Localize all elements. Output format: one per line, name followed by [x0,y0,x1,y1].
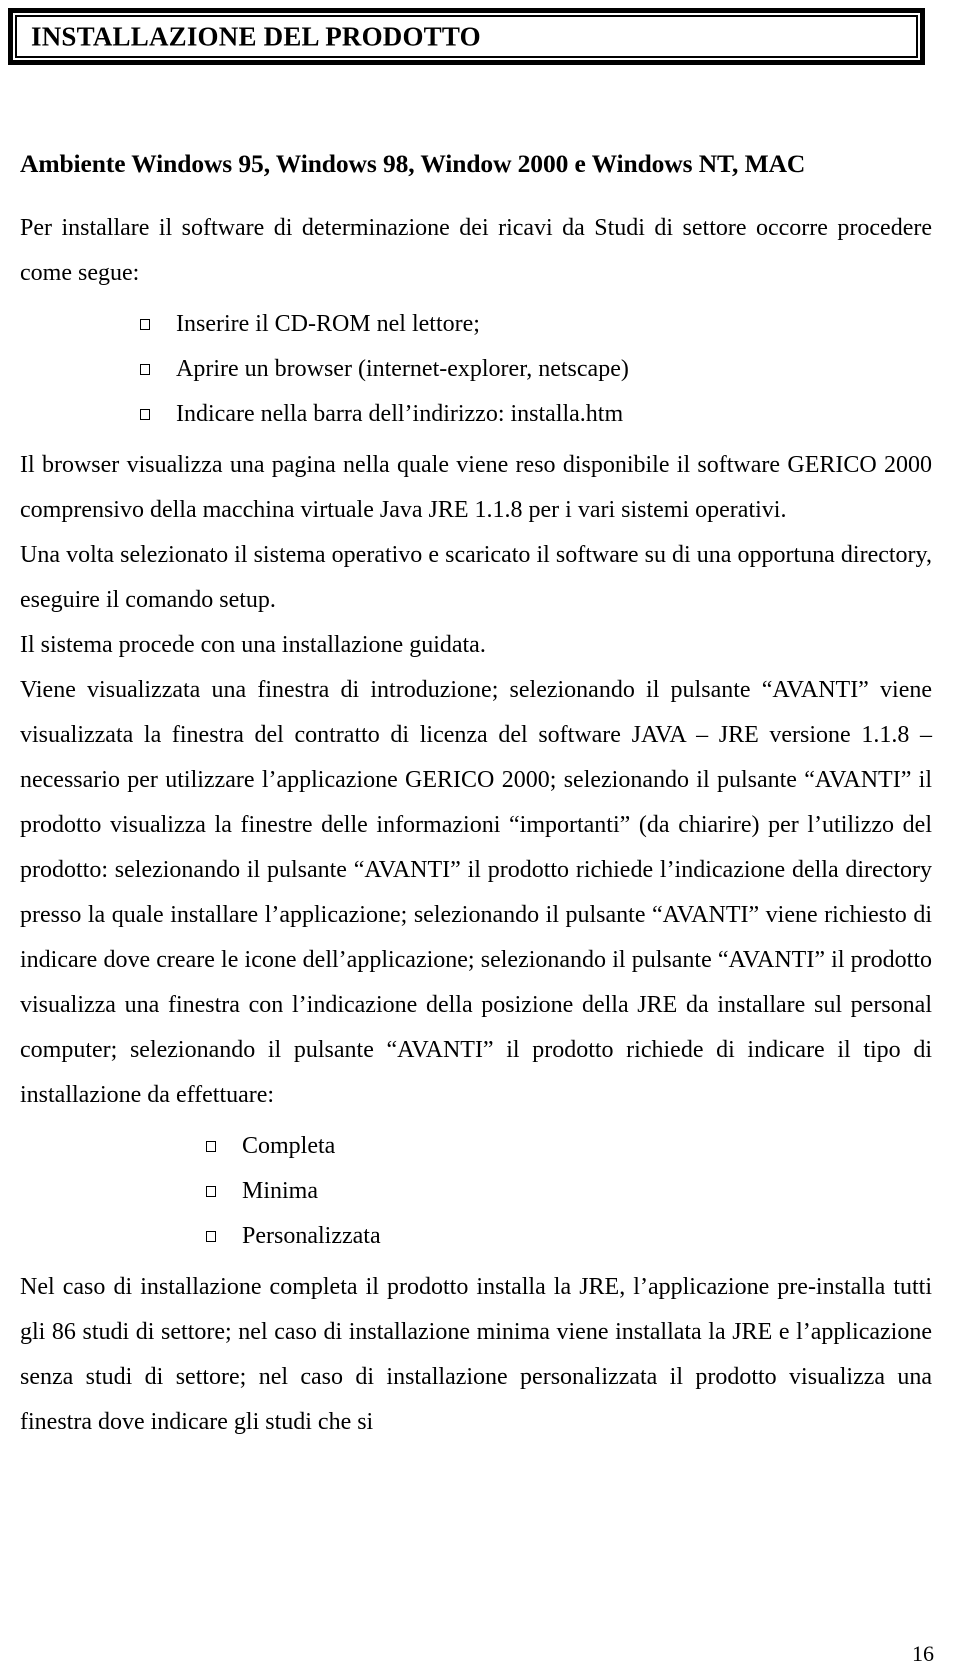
section-heading: Ambiente Windows 95, Windows 98, Window … [20,149,806,178]
paragraph-setup: Una volta selezionato il sistema operati… [20,541,932,613]
paragraph-closing: Nel caso di installazione completa il pr… [20,1273,932,1435]
list-item-label: Aprire un browser (internet-explorer, ne… [176,355,629,382]
list-item: Minima [198,1169,932,1214]
document-body: Ambiente Windows 95, Windows 98, Window … [20,148,932,1445]
square-bullet-icon [140,318,150,330]
list-item: Inserire il CD-ROM nel lettore; [132,302,932,347]
square-bullet-icon [206,1140,216,1152]
paragraph-intro: Per installare il software di determinaz… [20,214,932,286]
paragraph-browser-page: Il browser visualizza una pagina nella q… [20,451,932,523]
list-item: Indicare nella barra dell’indirizzo: ins… [132,392,932,437]
list-item-label: Completa [242,1132,336,1159]
paragraph-wizard-flow: Viene visualizzata una finestra di intro… [20,676,932,1108]
square-bullet-icon [140,408,150,420]
list-item-label: Personalizzata [242,1222,381,1249]
header-banner-inner-border: INSTALLAZIONE DEL PRODOTTO [15,15,918,58]
square-bullet-icon [140,363,150,375]
document-page: INSTALLAZIONE DEL PRODOTTO Ambiente Wind… [0,0,960,1679]
list-item-label: Indicare nella barra dell’indirizzo: ins… [176,400,624,427]
install-types-list: Completa Minima Personalizzata [198,1124,932,1259]
paragraph-guided-install: Il sistema procede con una installazione… [20,631,486,658]
list-item: Personalizzata [198,1214,932,1259]
page-title: INSTALLAZIONE DEL PRODOTTO [31,21,481,51]
install-steps-list: Inserire il CD-ROM nel lettore; Aprire u… [132,302,932,437]
list-item-label: Minima [242,1177,318,1204]
header-banner: INSTALLAZIONE DEL PRODOTTO [8,8,925,65]
page-number: 16 [912,1641,934,1666]
square-bullet-icon [206,1185,216,1197]
list-item: Completa [198,1124,932,1169]
list-item: Aprire un browser (internet-explorer, ne… [132,347,932,392]
list-item-label: Inserire il CD-ROM nel lettore; [176,310,480,337]
square-bullet-icon [206,1230,216,1242]
